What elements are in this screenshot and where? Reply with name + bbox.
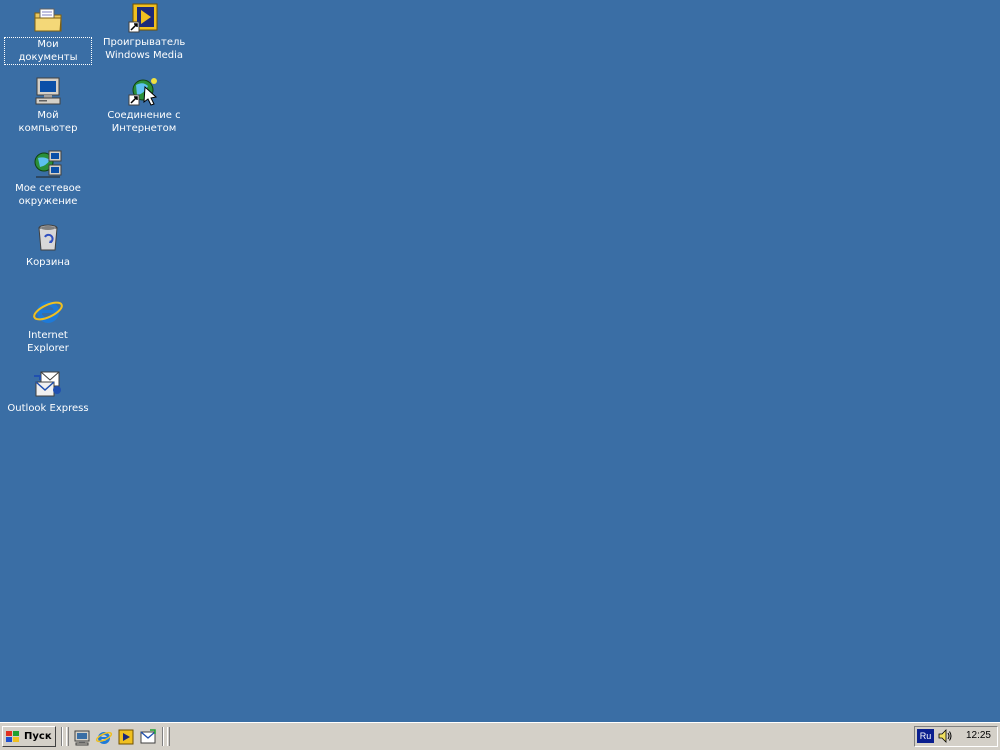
clock[interactable]: 12:25 (966, 730, 991, 741)
language-indicator[interactable]: Ru (917, 729, 934, 743)
task-area-grip[interactable] (167, 727, 170, 746)
start-button[interactable]: Пуск (2, 726, 56, 747)
desktop-icon-windows-media-player[interactable]: Проигрыватель Windows Media (101, 2, 187, 62)
desktop-icon-label: Корзина (24, 256, 72, 269)
desktop-icon-label: Outlook Express (5, 402, 90, 415)
start-button-label: Пуск (24, 731, 52, 742)
system-tray: Ru 12:25 (914, 726, 998, 747)
taskbar-separator (61, 727, 63, 746)
desktop-icon-label: Соединение с Интернетом (105, 109, 182, 135)
desktop-icon-my-computer[interactable]: Мой компьютер (5, 75, 91, 135)
desktop-icon-label: Мое сетевое окружение (13, 182, 83, 208)
desktop[interactable]: Мои документы Мой компьютер (0, 0, 1000, 722)
computer-icon (32, 75, 64, 107)
taskbar: Пуск Ru (0, 722, 1000, 750)
volume-icon[interactable] (937, 728, 953, 744)
windows-media-player-icon (128, 2, 160, 34)
desktop-icon-label: Internet Explorer (5, 329, 91, 355)
windows-media-player-icon[interactable] (117, 728, 135, 746)
desktop-icon-label: Мой компьютер (5, 109, 91, 135)
outlook-express-icon[interactable] (139, 728, 157, 746)
folder-documents-icon (32, 4, 64, 36)
internet-explorer-icon (32, 295, 64, 327)
taskbar-separator (162, 727, 164, 746)
desktop-icon-label: Проигрыватель Windows Media (101, 36, 187, 62)
internet-explorer-icon[interactable] (95, 728, 113, 746)
network-icon (32, 148, 64, 180)
quick-launch-grip[interactable] (66, 727, 69, 746)
outlook-express-icon (32, 368, 64, 400)
desktop-icon-label: Мои документы (5, 38, 91, 64)
desktop-icon-outlook-express[interactable]: Outlook Express (5, 368, 91, 415)
desktop-icon-internet-connection[interactable]: Соединение с Интернетом (101, 75, 187, 135)
desktop-icon-network[interactable]: Мое сетевое окружение (5, 148, 91, 208)
desktop-icon-recycle-bin[interactable]: Корзина (5, 222, 91, 269)
desktop-icon-my-documents[interactable]: Мои документы (5, 4, 91, 64)
desktop-icon-internet-explorer[interactable]: Internet Explorer (5, 295, 91, 355)
recycle-bin-icon (32, 222, 64, 254)
windows-logo-icon (5, 730, 21, 744)
show-desktop-icon[interactable] (73, 728, 91, 746)
internet-connection-icon (128, 75, 160, 107)
